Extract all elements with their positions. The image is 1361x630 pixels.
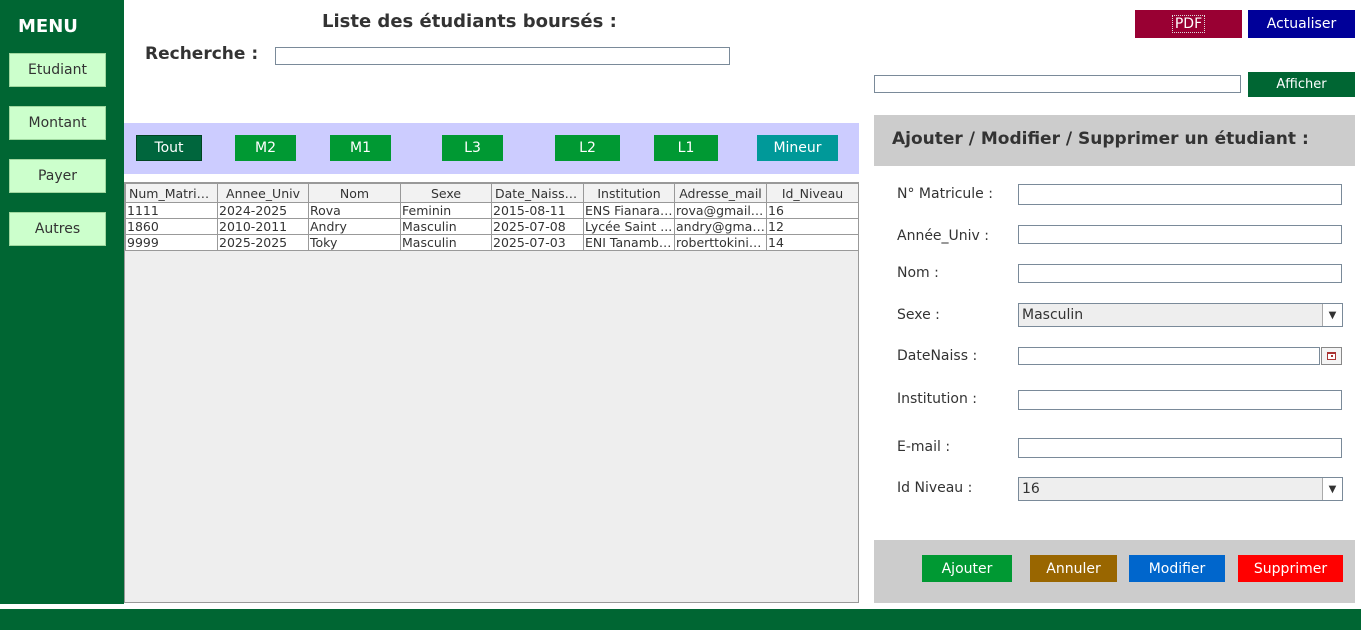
table-cell: 2025-07-08 xyxy=(491,218,584,235)
table-cell: 1111 xyxy=(125,202,218,219)
chevron-down-icon[interactable]: ▼ xyxy=(1322,478,1342,500)
datenaiss-input[interactable] xyxy=(1018,347,1320,365)
students-table: Num_Matricule Annee_Univ Nom Sexe Date_N… xyxy=(125,183,859,251)
table-cell: Lycée Saint ... xyxy=(583,218,675,235)
column-header[interactable]: Id_Niveau xyxy=(766,183,859,203)
ajouter-button[interactable]: Ajouter xyxy=(922,555,1012,582)
table-cell: ENS Fianarantsoa xyxy=(583,202,675,219)
institution-input[interactable] xyxy=(1018,390,1342,410)
table-cell: Rova xyxy=(308,202,401,219)
calendar-icon xyxy=(1327,352,1336,360)
supprimer-button[interactable]: Supprimer xyxy=(1238,555,1343,582)
refresh-button[interactable]: Actualiser xyxy=(1248,10,1355,38)
niveau-select-value: 16 xyxy=(1022,481,1040,497)
institution-label: Institution : xyxy=(897,391,978,407)
bottom-bar xyxy=(0,609,1361,630)
modifier-button[interactable]: Modifier xyxy=(1129,555,1225,582)
table-header-row: Num_Matricule Annee_Univ Nom Sexe Date_N… xyxy=(125,183,859,203)
sidebar xyxy=(0,0,124,604)
table-cell: roberttokiniaina@gmail.com xyxy=(674,234,767,251)
table-row[interactable]: 1860 2010-2011 Andry Masculin 2025-07-08… xyxy=(125,218,859,235)
table-cell: 2025-07-03 xyxy=(491,234,584,251)
table-cell: 2025-2025 xyxy=(217,234,309,251)
table-cell: Toky xyxy=(308,234,401,251)
email-label: E-mail : xyxy=(897,439,951,455)
afficher-input[interactable] xyxy=(874,75,1241,93)
table-cell: 2010-2011 xyxy=(217,218,309,235)
column-header[interactable]: Adresse_mail xyxy=(674,183,767,203)
sexe-select-value: Masculin xyxy=(1022,307,1084,323)
niveau-label: Id Niveau : xyxy=(897,480,973,496)
column-header[interactable]: Date_Naissance xyxy=(491,183,584,203)
annee-input[interactable] xyxy=(1018,225,1342,244)
column-header[interactable]: Num_Matricule xyxy=(125,183,218,203)
datenaiss-label: DateNaiss : xyxy=(897,348,978,364)
filter-m1-button[interactable]: M1 xyxy=(330,135,391,161)
column-header[interactable]: Nom xyxy=(308,183,401,203)
table-row[interactable]: 9999 2025-2025 Toky Masculin 2025-07-03 … xyxy=(125,234,859,251)
sidebar-item-montant[interactable]: Montant xyxy=(9,106,106,140)
calendar-button[interactable] xyxy=(1321,347,1342,365)
search-label: Recherche : xyxy=(145,44,259,64)
afficher-button[interactable]: Afficher xyxy=(1248,72,1355,97)
filter-l3-button[interactable]: L3 xyxy=(442,135,503,161)
filter-l2-button[interactable]: L2 xyxy=(555,135,620,161)
annee-label: Année_Univ : xyxy=(897,228,990,244)
matricule-input[interactable] xyxy=(1018,184,1342,205)
table-cell: andry@gmail.com xyxy=(674,218,767,235)
page-title: Liste des étudiants boursés : xyxy=(322,11,617,32)
annuler-button[interactable]: Annuler xyxy=(1030,555,1117,582)
filter-m2-button[interactable]: M2 xyxy=(235,135,296,161)
column-header[interactable]: Institution xyxy=(583,183,675,203)
pdf-button-label: PDF xyxy=(1171,15,1206,33)
search-input[interactable] xyxy=(275,47,730,65)
filter-tout-button[interactable]: Tout xyxy=(136,135,202,161)
table-cell: ENI Tanambao xyxy=(583,234,675,251)
matricule-label: N° Matricule : xyxy=(897,186,993,202)
nom-input[interactable] xyxy=(1018,264,1342,283)
table-cell: 2015-08-11 xyxy=(491,202,584,219)
sidebar-item-etudiant[interactable]: Etudiant xyxy=(9,53,106,87)
niveau-select[interactable]: 16 ▼ xyxy=(1018,477,1343,501)
menu-title: MENU xyxy=(18,16,78,37)
sexe-label: Sexe : xyxy=(897,307,940,323)
table-cell: 16 xyxy=(766,202,859,219)
table-cell: 9999 xyxy=(125,234,218,251)
students-table-panel: Num_Matricule Annee_Univ Nom Sexe Date_N… xyxy=(124,182,859,603)
table-cell: Andry xyxy=(308,218,401,235)
table-row[interactable]: 1111 2024-2025 Rova Feminin 2015-08-11 E… xyxy=(125,202,859,219)
table-cell: rova@gmail.com xyxy=(674,202,767,219)
column-header[interactable]: Annee_Univ xyxy=(217,183,309,203)
table-cell: 2024-2025 xyxy=(217,202,309,219)
table-cell: Masculin xyxy=(400,218,492,235)
form-title: Ajouter / Modifier / Supprimer un étudia… xyxy=(892,129,1309,149)
table-cell: Masculin xyxy=(400,234,492,251)
table-cell: 1860 xyxy=(125,218,218,235)
chevron-down-icon[interactable]: ▼ xyxy=(1322,304,1342,326)
table-cell: Feminin xyxy=(400,202,492,219)
filter-l1-button[interactable]: L1 xyxy=(654,135,718,161)
table-cell: 12 xyxy=(766,218,859,235)
table-cell: 14 xyxy=(766,234,859,251)
nom-label: Nom : xyxy=(897,265,939,281)
email-input[interactable] xyxy=(1018,438,1342,458)
sidebar-item-autres[interactable]: Autres xyxy=(9,212,106,246)
sexe-select[interactable]: Masculin ▼ xyxy=(1018,303,1343,327)
filter-mineur-button[interactable]: Mineur xyxy=(757,135,838,161)
column-header[interactable]: Sexe xyxy=(400,183,492,203)
pdf-button[interactable]: PDF xyxy=(1135,10,1242,38)
sidebar-item-payer[interactable]: Payer xyxy=(9,159,106,193)
